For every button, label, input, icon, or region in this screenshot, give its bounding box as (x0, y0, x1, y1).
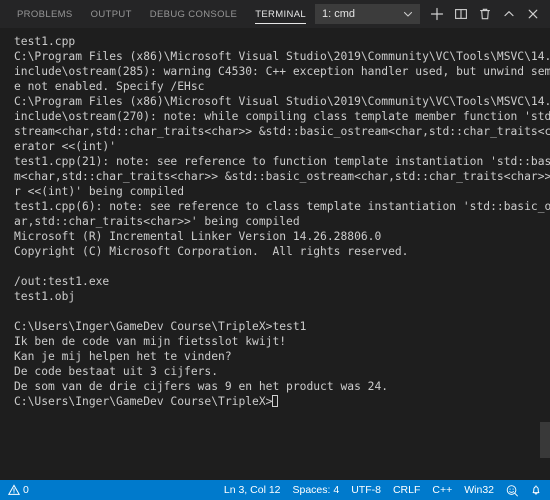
status-language-mode[interactable]: C++ (426, 480, 458, 500)
status-platform-label: Win32 (464, 484, 494, 496)
close-panel-button[interactable] (522, 3, 544, 25)
panel-header: PROBLEMS OUTPUT DEBUG CONSOLE TERMINAL 1… (0, 0, 550, 28)
terminal-selector-value: 1: cmd (322, 8, 356, 20)
tab-output[interactable]: OUTPUT (82, 0, 141, 28)
terminal-line: test1.cpp(6): note: see reference to cla… (14, 200, 550, 213)
status-indentation-label: Spaces: 4 (292, 484, 340, 496)
chevron-down-icon (403, 9, 413, 19)
terminal-panel: PROBLEMS OUTPUT DEBUG CONSOLE TERMINAL 1… (0, 0, 550, 500)
tab-terminal-label: TERMINAL (255, 8, 307, 20)
status-indentation[interactable]: Spaces: 4 (287, 480, 346, 500)
status-warnings[interactable]: 0 (2, 480, 35, 500)
close-icon (526, 7, 540, 21)
terminal-output[interactable]: test1.cpp C:\Program Files (x86)\Microsof… (0, 28, 550, 480)
feedback-smiley-icon (506, 484, 518, 496)
terminal-line: test1.obj (14, 290, 76, 303)
terminal-cursor (272, 395, 279, 407)
split-panel-icon (454, 7, 468, 21)
tab-problems[interactable]: PROBLEMS (8, 0, 82, 28)
terminal-line: include\ostream(270): note: while compil… (14, 110, 550, 123)
kill-terminal-button[interactable] (474, 3, 496, 25)
status-language-mode-label: C++ (432, 484, 453, 496)
terminal-line: Kan je mij helpen het te vinden? (14, 350, 232, 363)
terminal-line: Ik ben de code van mijn fietsslot kwijt! (14, 335, 287, 348)
bell-icon (530, 484, 542, 496)
terminal-line: ar,std::char_traits<char>>' being compil… (14, 215, 300, 228)
chevron-up-icon (502, 7, 516, 21)
tab-output-label: OUTPUT (90, 8, 132, 20)
status-warnings-label: 0 (23, 484, 29, 496)
new-terminal-button[interactable] (426, 3, 448, 25)
terminal-scrollbar-thumb[interactable] (540, 422, 550, 458)
terminal-line: C:\Program Files (x86)\Microsoft Visual … (14, 50, 550, 63)
maximize-panel-button[interactable] (498, 3, 520, 25)
status-eol[interactable]: CRLF (387, 480, 426, 500)
terminal-viewport[interactable]: test1.cpp C:\Program Files (x86)\Microsof… (0, 28, 550, 480)
tab-problems-label: PROBLEMS (17, 8, 73, 20)
tab-debug-console-label: DEBUG CONSOLE (149, 8, 238, 20)
status-line-col-label: Ln 3, Col 12 (223, 484, 281, 496)
terminal-line: r <<(int)' being compiled (14, 185, 185, 198)
terminal-prompt-text: C:\Users\Inger\GameDev Course\TripleX> (14, 395, 273, 408)
status-platform[interactable]: Win32 (458, 480, 500, 500)
terminal-line: e not enabled. Specify /EHsc (14, 80, 205, 93)
terminal-line: include\ostream(285): warning C4530: C++… (14, 65, 550, 78)
terminal-line: C:\Users\Inger\GameDev Course\TripleX>te… (14, 320, 307, 333)
status-bar: 0 Ln 3, Col 12 Spaces: 4 UTF-8 CRLF C++ … (0, 480, 550, 500)
panel-header-actions (426, 3, 544, 25)
terminal-line: erator <<(int)' (14, 140, 117, 153)
terminal-line: stream<char,std::char_traits<char>> &std… (14, 125, 550, 138)
terminal-line: m<char,std::char_traits<char>> &std::bas… (14, 170, 550, 183)
terminal-line: /out:test1.exe (14, 275, 110, 288)
terminal-line: test1.cpp(21): note: see reference to fu… (14, 155, 550, 168)
status-feedback[interactable] (500, 480, 524, 500)
terminal-selector-dropdown[interactable]: 1: cmd (315, 4, 420, 24)
status-encoding[interactable]: UTF-8 (345, 480, 387, 500)
warning-triangle-icon (8, 484, 20, 496)
status-encoding-label: UTF-8 (351, 484, 381, 496)
terminal-prompt-line[interactable]: C:\Users\Inger\GameDev Course\TripleX> (14, 394, 536, 409)
terminal-line: De code bestaat uit 3 cijfers. (14, 365, 219, 378)
status-eol-label: CRLF (392, 484, 421, 496)
trash-icon (478, 7, 492, 21)
terminal-line: Microsoft (R) Incremental Linker Version… (14, 230, 382, 243)
panel-tab-list: PROBLEMS OUTPUT DEBUG CONSOLE TERMINAL (8, 0, 315, 28)
terminal-line: C:\Program Files (x86)\Microsoft Visual … (14, 95, 550, 108)
terminal-line: De som van de drie cijfers was 9 en het … (14, 380, 389, 393)
plus-icon (430, 7, 444, 21)
tab-debug-console[interactable]: DEBUG CONSOLE (141, 0, 246, 28)
split-terminal-button[interactable] (450, 3, 472, 25)
terminal-line: Copyright (C) Microsoft Corporation. All… (14, 245, 409, 258)
tab-terminal[interactable]: TERMINAL (246, 0, 315, 28)
terminal-line: test1.cpp (14, 35, 76, 48)
status-line-col[interactable]: Ln 3, Col 12 (218, 480, 287, 500)
status-notifications[interactable] (524, 480, 548, 500)
